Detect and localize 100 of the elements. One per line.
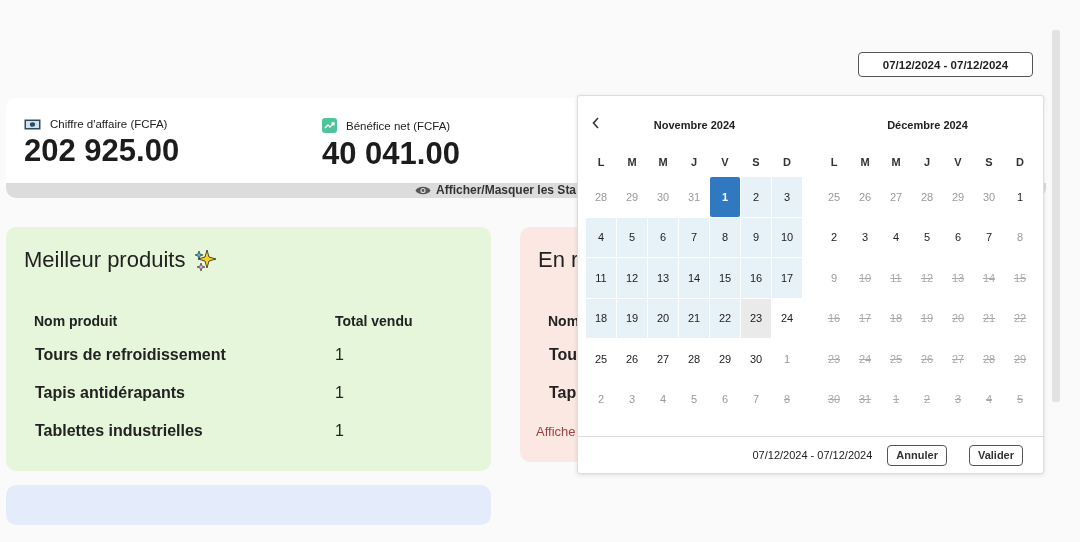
calendar-day[interactable]: 29 [710, 339, 740, 379]
calendar-day[interactable]: 15 [1005, 258, 1035, 298]
calendar-day[interactable]: 23 [741, 298, 771, 338]
calendar-day[interactable]: 7 [741, 379, 771, 419]
cancel-button[interactable]: Annuler [887, 444, 947, 466]
calendar-day[interactable]: 26 [617, 339, 647, 379]
calendar-day[interactable]: 10 [850, 258, 880, 298]
calendar-day[interactable]: 15 [710, 258, 740, 298]
calendar-day[interactable]: 22 [710, 298, 740, 338]
weekday-label: V [953, 155, 963, 170]
calendar-day[interactable]: 27 [943, 339, 973, 379]
calendar-day[interactable]: 28 [974, 339, 1004, 379]
calendar-day[interactable]: 24 [850, 339, 880, 379]
calendar-day[interactable]: 17 [850, 298, 880, 338]
calendar-day[interactable]: 30 [741, 339, 771, 379]
calendar-day[interactable]: 28 [912, 177, 942, 217]
calendar-day[interactable]: 18 [881, 298, 911, 338]
calendar-day[interactable]: 26 [912, 339, 942, 379]
calendar-day[interactable]: 9 [819, 258, 849, 298]
calendar-day[interactable]: 6 [648, 217, 678, 257]
calendar-day[interactable]: 3 [850, 217, 880, 257]
calendar-day[interactable]: 31 [850, 379, 880, 419]
calendar-day[interactable]: 5 [617, 217, 647, 257]
calendar-day[interactable]: 29 [617, 177, 647, 217]
calendar-day[interactable]: 2 [819, 217, 849, 257]
calendar-day[interactable]: 12 [912, 258, 942, 298]
calendar-day[interactable]: 25 [881, 339, 911, 379]
weekday-label: L [596, 155, 606, 170]
calendar-day[interactable]: 4 [974, 379, 1004, 419]
calendar-day[interactable]: 1 [1005, 177, 1035, 217]
calendar-day[interactable]: 14 [679, 258, 709, 298]
calendar-day[interactable]: 29 [1005, 339, 1035, 379]
calendar-day[interactable]: 1 [881, 379, 911, 419]
calendar-day[interactable]: 21 [974, 298, 1004, 338]
calendar-day[interactable]: 21 [679, 298, 709, 338]
toggle-stats-button[interactable]: Afficher/Masquer les Sta [415, 183, 577, 198]
calendar-day[interactable]: 1 [772, 339, 802, 379]
calendar-day[interactable]: 3 [772, 177, 802, 217]
calendar-day[interactable]: 20 [943, 298, 973, 338]
calendar-day[interactable]: 19 [617, 298, 647, 338]
calendar-day[interactable]: 30 [648, 177, 678, 217]
calendar-day[interactable]: 2 [586, 379, 616, 419]
calendar-day[interactable]: 7 [974, 217, 1004, 257]
calendar-day[interactable]: 25 [586, 339, 616, 379]
calendar-day[interactable]: 2 [912, 379, 942, 419]
calendar-day[interactable]: 28 [586, 177, 616, 217]
calendar-day[interactable]: 6 [943, 217, 973, 257]
show-more-link[interactable]: Affiche [536, 424, 576, 439]
calendar-day[interactable]: 13 [648, 258, 678, 298]
calendar-day[interactable]: 14 [974, 258, 1004, 298]
calendar-day[interactable]: 4 [881, 217, 911, 257]
calendar-day[interactable]: 23 [819, 339, 849, 379]
calendar-day[interactable]: 6 [710, 379, 740, 419]
confirm-button[interactable]: Valider [968, 444, 1023, 466]
calendar-day[interactable]: 27 [881, 177, 911, 217]
calendar-day[interactable]: 16 [819, 298, 849, 338]
weekday-label: M [657, 155, 669, 170]
calendar-day[interactable]: 11 [881, 258, 911, 298]
previous-month-button[interactable] [592, 117, 600, 129]
calendar-day[interactable]: 8 [710, 217, 740, 257]
calendar-day[interactable]: 5 [679, 379, 709, 419]
calendar-day[interactable]: 4 [648, 379, 678, 419]
calendar-day[interactable]: 16 [741, 258, 771, 298]
calendar-day[interactable]: 26 [850, 177, 880, 217]
calendar-day[interactable]: 5 [1005, 379, 1035, 419]
calendar-day[interactable]: 20 [648, 298, 678, 338]
calendar-day[interactable]: 24 [772, 298, 802, 338]
stat-value: 40 041.00 [322, 136, 460, 173]
calendar-day[interactable]: 4 [586, 217, 616, 257]
calendar-day[interactable]: 8 [772, 379, 802, 419]
column-header: Nom [548, 313, 580, 329]
card-title: Meilleur produits [24, 247, 186, 273]
calendar-day[interactable]: 30 [819, 379, 849, 419]
calendar-day[interactable]: 29 [943, 177, 973, 217]
calendar-day[interactable]: 27 [648, 339, 678, 379]
table-cell-text: 1 [335, 422, 345, 440]
scrollbar[interactable] [1052, 30, 1060, 402]
calendar-day[interactable]: 7 [679, 217, 709, 257]
date-range-button[interactable]: 07/12/2024 - 07/12/2024 [858, 52, 1033, 77]
weekday-label: L [829, 155, 839, 170]
calendar-day[interactable]: 31 [679, 177, 709, 217]
calendar-day[interactable]: 17 [772, 258, 802, 298]
calendar-day[interactable]: 3 [617, 379, 647, 419]
calendar-day[interactable]: 3 [943, 379, 973, 419]
calendar-day[interactable]: 25 [819, 177, 849, 217]
calendar-day[interactable]: 10 [772, 217, 802, 257]
calendar-day[interactable]: 2 [741, 177, 771, 217]
calendar-day[interactable]: 1 [710, 177, 740, 217]
weekday-label: D [782, 155, 792, 170]
calendar-day[interactable]: 18 [586, 298, 616, 338]
calendar-day[interactable]: 11 [586, 258, 616, 298]
calendar-day[interactable]: 19 [912, 298, 942, 338]
calendar-day[interactable]: 5 [912, 217, 942, 257]
calendar-day[interactable]: 9 [741, 217, 771, 257]
calendar-day[interactable]: 8 [1005, 217, 1035, 257]
calendar-day[interactable]: 12 [617, 258, 647, 298]
calendar-day[interactable]: 13 [943, 258, 973, 298]
calendar-day[interactable]: 28 [679, 339, 709, 379]
calendar-day[interactable]: 30 [974, 177, 1004, 217]
calendar-day[interactable]: 22 [1005, 298, 1035, 338]
